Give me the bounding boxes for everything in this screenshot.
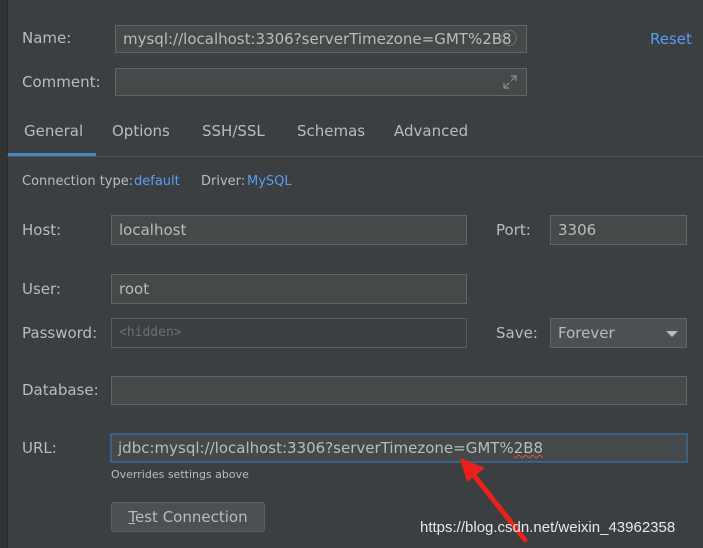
connection-type-label: Connection type: <box>22 174 134 189</box>
user-value: root <box>119 280 150 298</box>
save-label: Save: <box>496 324 538 342</box>
user-label: User: <box>22 280 61 298</box>
chevron-down-icon <box>666 331 678 337</box>
test-connection-label: est Connection <box>135 508 248 526</box>
url-hint: Overrides settings above <box>111 468 249 481</box>
user-input[interactable]: root <box>111 274 467 304</box>
name-label: Name: <box>22 29 72 47</box>
name-value: mysql://localhost:3306?serverTimezone=GM… <box>123 30 512 48</box>
driver-link[interactable]: MySQL <box>247 174 292 189</box>
connection-type-link[interactable]: default <box>134 174 180 189</box>
port-input[interactable]: 3306 <box>550 215 687 245</box>
name-field[interactable]: mysql://localhost:3306?serverTimezone=GM… <box>115 25 527 53</box>
host-input[interactable]: localhost <box>111 215 467 245</box>
save-select[interactable]: Forever <box>550 318 687 348</box>
database-label: Database: <box>22 381 99 399</box>
tab-options[interactable]: Options <box>112 122 170 140</box>
tab-general[interactable]: General <box>24 122 83 140</box>
host-value: localhost <box>119 221 187 239</box>
color-circle-icon[interactable] <box>501 30 517 46</box>
host-label: Host: <box>22 221 62 239</box>
tab-schemas[interactable]: Schemas <box>297 122 365 140</box>
tab-ssh-ssl[interactable]: SSH/SSL <box>202 122 265 140</box>
comment-field[interactable] <box>115 68 527 96</box>
watermark-text: https://blog.csdn.net/weixin_43962358 <box>420 519 676 536</box>
port-value: 3306 <box>558 221 597 239</box>
password-label: Password: <box>22 324 98 342</box>
reset-link[interactable]: Reset <box>650 30 692 48</box>
password-input[interactable]: <hidden> <box>111 318 467 348</box>
tab-advanced[interactable]: Advanced <box>394 122 468 140</box>
url-input[interactable]: jdbc:mysql://localhost:3306?serverTimezo… <box>110 433 688 463</box>
driver-label: Driver: <box>201 174 246 189</box>
database-input[interactable] <box>111 376 687 405</box>
password-placeholder: <hidden> <box>119 325 182 340</box>
left-panel-edge <box>0 0 8 548</box>
tab-separator <box>7 156 703 157</box>
comment-label: Comment: <box>22 73 101 91</box>
expand-icon[interactable] <box>502 74 518 90</box>
port-label: Port: <box>496 221 531 239</box>
url-label: URL: <box>22 439 57 457</box>
test-connection-button[interactable]: Test Connection <box>111 502 265 532</box>
save-value: Forever <box>558 324 615 342</box>
